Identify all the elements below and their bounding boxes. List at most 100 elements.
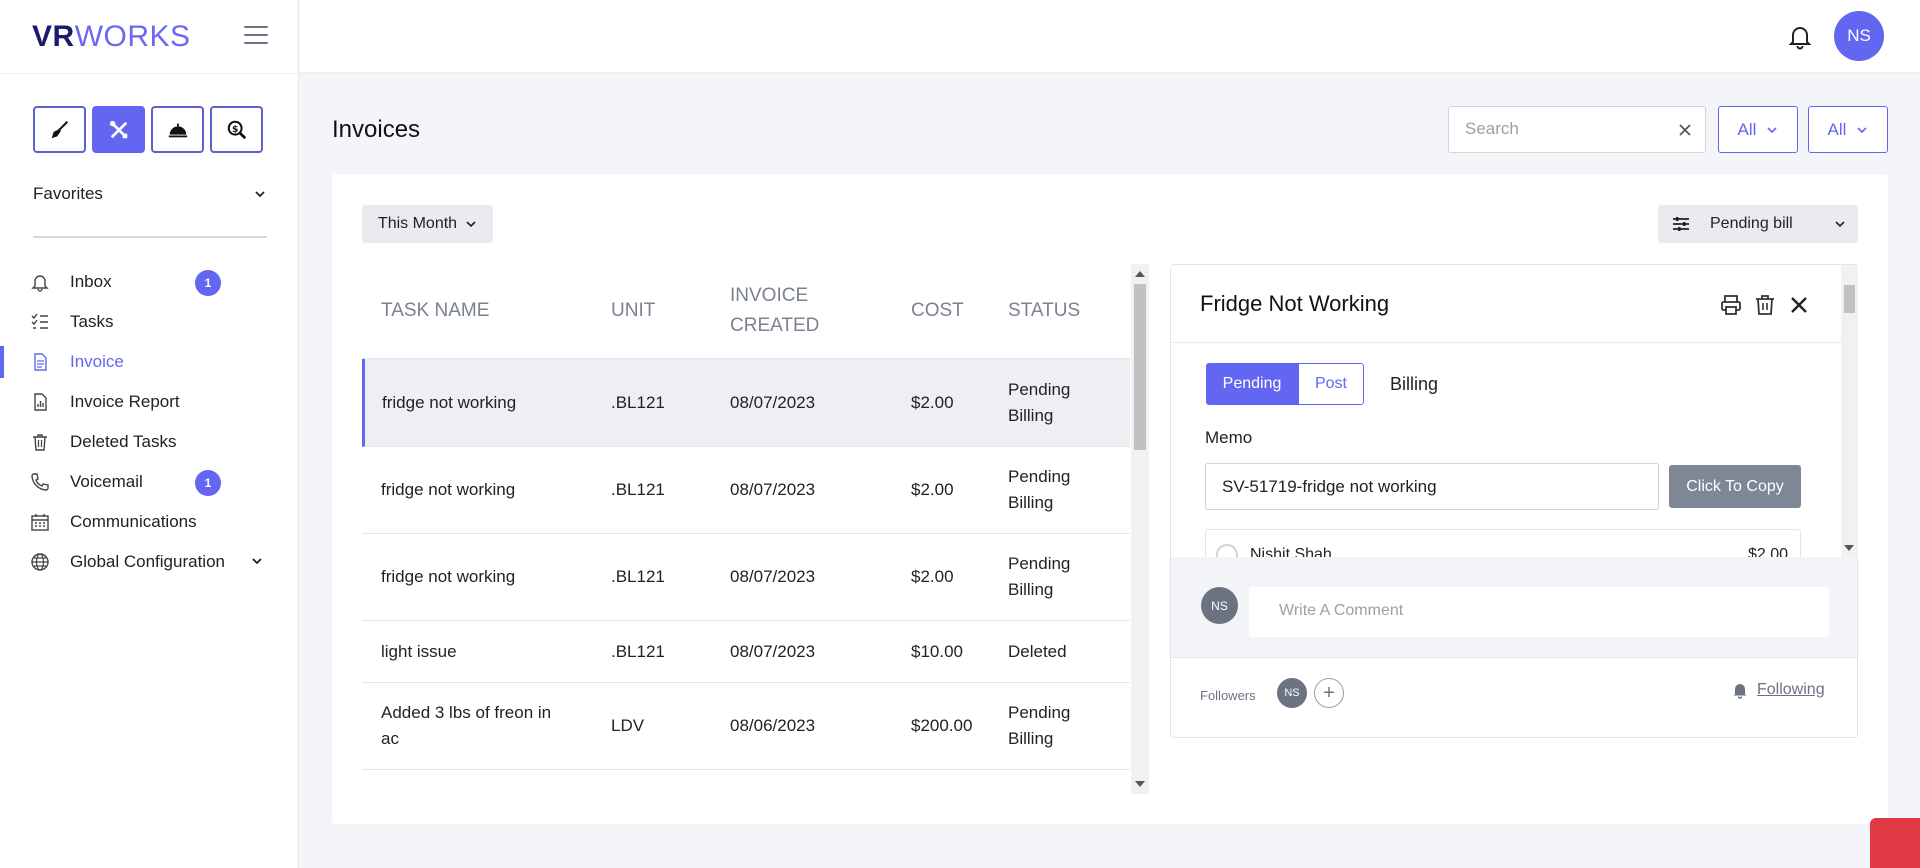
column-header-invoice[interactable]: INVOICE: [730, 281, 808, 311]
sidebar-item-communications[interactable]: Communications: [0, 502, 299, 542]
scroll-up-arrow-icon[interactable]: [1135, 271, 1145, 277]
print-icon[interactable]: [1719, 293, 1743, 317]
task-name-cell: fridge not working: [381, 567, 516, 586]
sidebar-item-global-configuration[interactable]: Global Configuration: [0, 542, 299, 582]
column-header-cost[interactable]: COST: [911, 296, 964, 326]
app-logo[interactable]: VRWORKS: [32, 20, 191, 54]
inbox-count-badge: 1: [195, 270, 221, 296]
cost-cell: $2.00: [911, 567, 954, 586]
sliders-icon: [1673, 217, 1689, 231]
status-cell: Billing: [1008, 580, 1054, 599]
table-row[interactable]: fridge not working .BL121 08/07/2023 $2.…: [362, 447, 1130, 534]
table-row[interactable]: light issue .BL121 08/07/2023 $10.00 Del…: [362, 621, 1130, 683]
unit-cell: .BL121: [611, 642, 665, 661]
filter-dropdown-label: All: [1827, 119, 1847, 139]
sidebar-item-inbox[interactable]: Inbox 1: [0, 262, 299, 302]
sidebar-item-label: Deleted Tasks: [70, 432, 177, 451]
sidebar-item-label: Global Configuration: [70, 552, 225, 571]
broom-mode-button[interactable]: [33, 106, 86, 153]
following-label: Following: [1757, 681, 1825, 698]
chevron-down-icon: [252, 558, 262, 565]
search-dollar-mode-button[interactable]: $: [210, 106, 263, 153]
status-cell: Pending: [1008, 703, 1071, 722]
period-dropdown[interactable]: This Month: [362, 205, 493, 243]
plus-icon: +: [1323, 681, 1335, 704]
table-header: TASK NAME UNIT INVOICE CREATED COST STAT…: [362, 264, 1130, 359]
comment-input[interactable]: Write A Comment: [1249, 587, 1829, 637]
document-icon: [34, 353, 47, 371]
status-filter-dropdown[interactable]: Pending bill: [1658, 205, 1858, 243]
sidebar-item-tasks[interactable]: Tasks: [0, 302, 299, 342]
user-avatar[interactable]: NS: [1834, 11, 1884, 61]
sidebar-item-voicemail[interactable]: Voicemail 1: [0, 462, 299, 502]
avatar: NS: [1201, 587, 1238, 624]
menu-toggle-icon[interactable]: [244, 26, 268, 46]
column-header-created[interactable]: CREATED: [730, 311, 819, 341]
tools-mode-button[interactable]: [92, 106, 145, 153]
memo-field[interactable]: SV-51719-fridge not working: [1205, 463, 1659, 510]
search-input[interactable]: [1465, 119, 1665, 139]
status-cell: Billing: [1008, 493, 1054, 512]
sidebar-item-label: Inbox: [70, 272, 112, 291]
chevron-down-icon: [1835, 221, 1845, 228]
cost-cell: $10.00: [911, 642, 963, 661]
created-cell: 08/07/2023: [730, 642, 816, 661]
filter-dropdown-1[interactable]: All: [1718, 106, 1798, 153]
table-row[interactable]: Added 3 lbs of freon in ac LDV 08/06/202…: [362, 683, 1130, 770]
status-cell: Pending: [1008, 467, 1071, 486]
sidebar-item-label: Invoice Report: [70, 392, 180, 411]
column-header-task-name[interactable]: TASK NAME: [381, 296, 489, 326]
task-name-cell: Added 3 lbs of freon in: [381, 703, 552, 722]
cost-cell: $2.00: [911, 480, 954, 499]
favorites-toggle[interactable]: Favorites: [33, 184, 267, 204]
sidebar-nav: Inbox 1 Tasks Invoice Invoice Report Del…: [0, 262, 299, 582]
sidebar-item-invoice[interactable]: Invoice: [0, 342, 299, 382]
followers-label: Followers: [1200, 688, 1256, 703]
search-dollar-icon: $: [227, 120, 246, 139]
clear-search-icon[interactable]: [1677, 122, 1693, 138]
close-icon[interactable]: [1787, 293, 1811, 317]
task-name-cell: fridge not working: [381, 480, 516, 499]
detail-scrollbar[interactable]: [1841, 265, 1858, 557]
scroll-down-arrow-icon[interactable]: [1135, 781, 1145, 787]
sidebar-item-deleted-tasks[interactable]: Deleted Tasks: [0, 422, 299, 462]
detail-title: Fridge Not Working: [1200, 291, 1390, 316]
filter-dropdown-2[interactable]: All: [1808, 106, 1888, 153]
sidebar-item-label: Voicemail: [70, 472, 143, 491]
globe-icon: [31, 553, 49, 571]
page-title: Invoices: [332, 116, 421, 143]
notifications-bell-icon[interactable]: [1787, 24, 1813, 50]
search-field: [1448, 106, 1706, 153]
following-toggle[interactable]: Following: [1731, 681, 1825, 699]
invoices-table: TASK NAME UNIT INVOICE CREATED COST STAT…: [362, 264, 1130, 794]
task-name-cell: ac: [381, 729, 399, 748]
delete-icon[interactable]: [1753, 293, 1777, 317]
service-bell-mode-button[interactable]: [151, 106, 204, 153]
sidebar-item-label: Tasks: [70, 312, 114, 331]
table-row[interactable]: fridge not working .BL121 08/07/2023 $2.…: [362, 359, 1130, 447]
bell-icon: [31, 275, 49, 292]
scroll-thumb[interactable]: [1844, 285, 1855, 313]
column-header-status[interactable]: STATUS: [1008, 296, 1080, 326]
divider: [0, 73, 299, 74]
scroll-thumb[interactable]: [1134, 284, 1146, 450]
report-icon: [34, 393, 47, 411]
top-bar: [300, 0, 1920, 73]
created-cell: 08/07/2023: [730, 393, 816, 412]
scroll-down-arrow-icon[interactable]: [1844, 545, 1854, 551]
created-cell: 08/07/2023: [730, 480, 816, 499]
divider: [33, 236, 267, 238]
add-follower-button[interactable]: +: [1314, 678, 1344, 708]
sidebar-item-invoice-report[interactable]: Invoice Report: [0, 382, 299, 422]
billing-label: Billing: [1390, 374, 1439, 394]
table-scrollbar[interactable]: [1131, 264, 1149, 794]
period-label: This Month: [377, 215, 458, 232]
status-cell: Pending: [1008, 380, 1071, 399]
table-row[interactable]: fridge not working .BL121 08/07/2023 $2.…: [362, 534, 1130, 621]
pending-toggle-button[interactable]: Pending: [1206, 363, 1298, 405]
brand-widget-icon[interactable]: [1870, 818, 1920, 868]
copy-memo-button[interactable]: Click To Copy: [1669, 465, 1801, 508]
follower-avatar[interactable]: NS: [1277, 678, 1307, 708]
column-header-unit[interactable]: UNIT: [611, 296, 655, 326]
post-toggle-button[interactable]: Post: [1298, 363, 1364, 405]
